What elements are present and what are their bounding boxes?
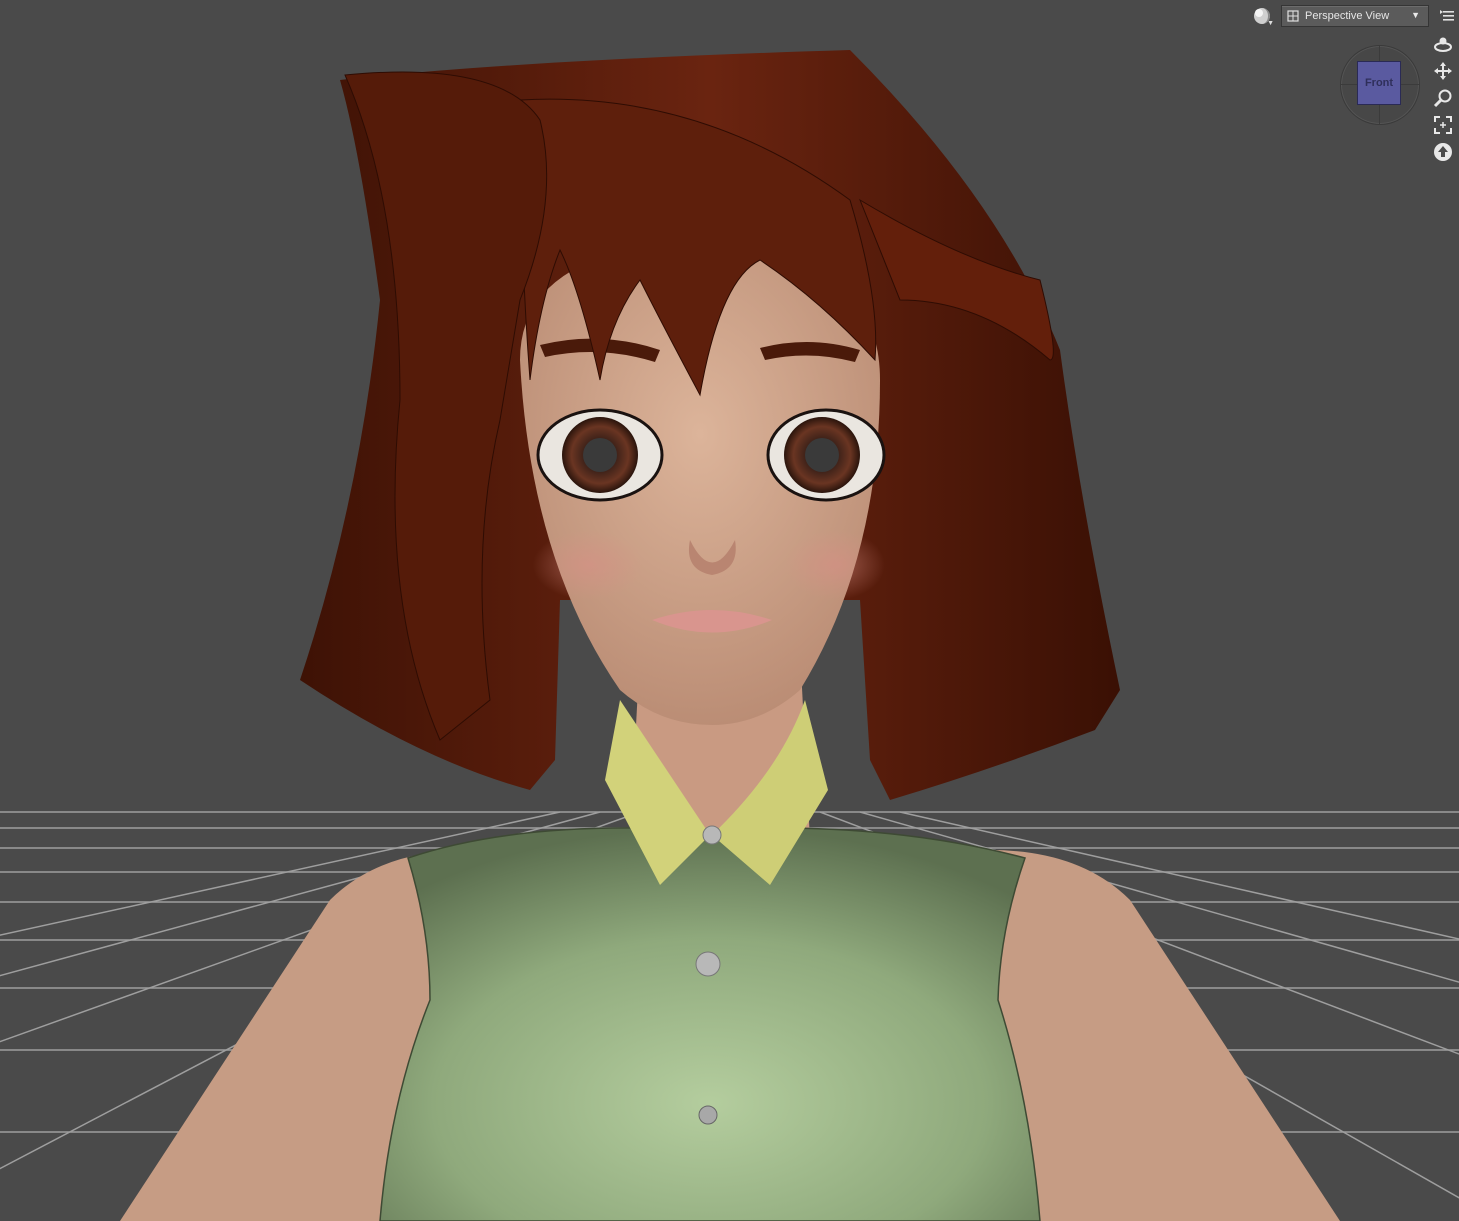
3d-viewport[interactable]: ▼ Perspective View ▼ Front: [0, 0, 1459, 1221]
shirt-button: [695, 951, 721, 977]
frame-tool[interactable]: [1430, 111, 1456, 138]
view-cube-label: Front: [1364, 77, 1394, 89]
shirt-button: [698, 1105, 718, 1125]
dropdown-triangle-icon: ▼: [1267, 20, 1274, 27]
view-select-label: Perspective View: [1305, 10, 1390, 22]
shirt: [379, 827, 1041, 1221]
left-eye: [536, 408, 664, 502]
pan-tool[interactable]: [1430, 57, 1456, 84]
right-eye: [766, 408, 886, 502]
view-select-dropdown[interactable]: Perspective View ▼: [1281, 5, 1429, 27]
reset-view-tool[interactable]: [1430, 138, 1456, 165]
orbit-tool[interactable]: [1430, 30, 1456, 57]
scene-render: [0, 0, 1459, 1221]
list-menu-icon: [1440, 10, 1454, 21]
navigation-tools: [1430, 30, 1456, 165]
reset-view-icon: [1434, 142, 1452, 161]
camera-view-icon: [1287, 10, 1299, 22]
view-cube[interactable]: Front: [1340, 45, 1420, 125]
viewport-toolbar: ▼ Perspective View ▼: [1249, 3, 1459, 29]
orbit-icon: [1434, 37, 1452, 52]
pan-icon: [1434, 61, 1452, 80]
shading-mode-button[interactable]: ▼: [1249, 4, 1275, 28]
zoom-tool[interactable]: [1430, 84, 1456, 111]
chevron-down-icon: ▼: [1411, 10, 1420, 20]
frame-icon: [1434, 115, 1452, 134]
viewport-menu-button[interactable]: [1435, 4, 1459, 28]
view-cube-face[interactable]: Front: [1357, 61, 1401, 105]
shirt-button: [702, 825, 722, 845]
zoom-icon: [1433, 89, 1452, 107]
